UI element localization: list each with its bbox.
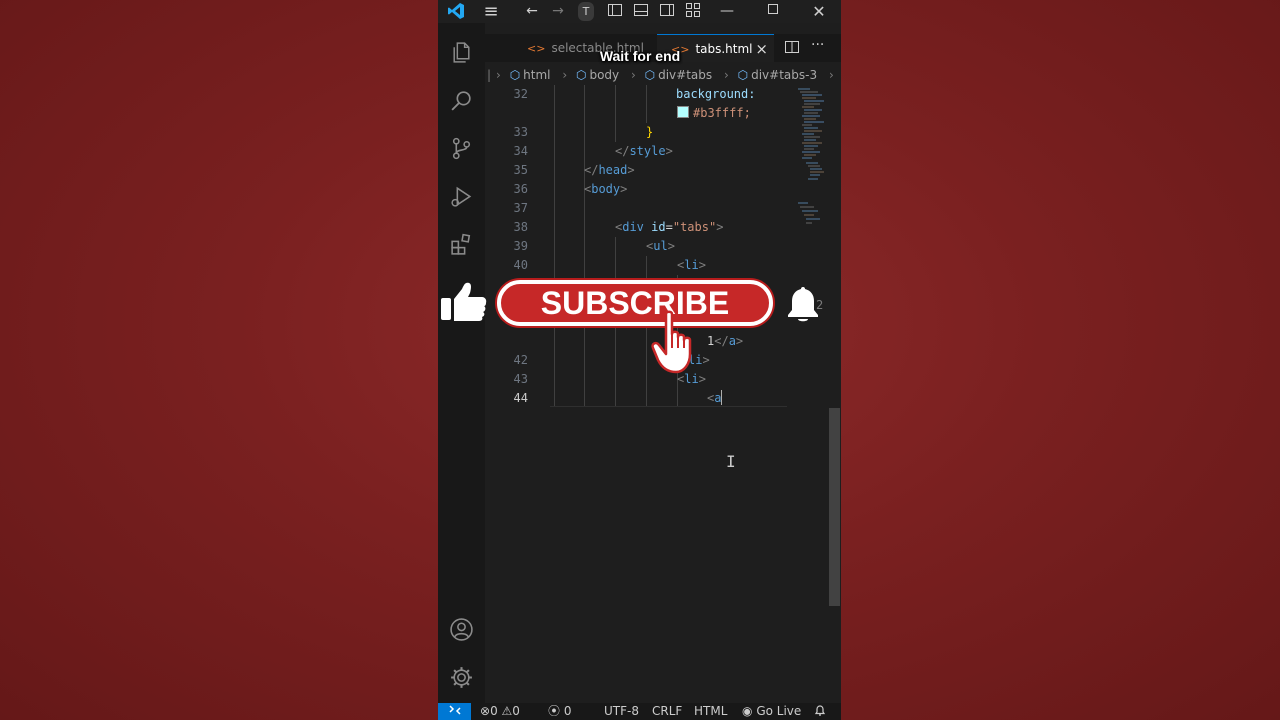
activity-bar bbox=[438, 23, 485, 703]
breadcrumb-item[interactable]: html bbox=[523, 68, 550, 82]
line-number: 38 bbox=[513, 220, 528, 234]
code-line: <ul> bbox=[646, 239, 675, 253]
breadcrumb-item[interactable]: div#tabs bbox=[658, 68, 712, 82]
menu-icon[interactable]: ≡ bbox=[480, 2, 502, 21]
element-icon: ⬡ bbox=[509, 68, 521, 82]
line-number: 32 bbox=[513, 87, 528, 101]
breadcrumb-item[interactable]: div#tabs-3 bbox=[751, 68, 817, 82]
breadcrumb: | › ⬡ html › ⬡ body › ⬡ div#tabs › ⬡ div#tabs… bbox=[487, 68, 834, 82]
breadcrumb-item[interactable]: body bbox=[589, 68, 619, 82]
minimap[interactable] bbox=[794, 85, 830, 235]
notifications-bell-icon[interactable] bbox=[814, 703, 826, 720]
element-icon: ⬡ bbox=[644, 68, 656, 82]
title-bar: ≡ ← → T — ✕ bbox=[438, 0, 841, 23]
forward-arrow-icon[interactable]: → bbox=[548, 2, 568, 21]
indent-guide bbox=[584, 85, 585, 407]
search-icon[interactable] bbox=[449, 88, 474, 113]
line-number: 33 bbox=[513, 125, 528, 139]
warning-icon: ⚠ bbox=[501, 704, 513, 718]
code-line: <a bbox=[707, 390, 723, 405]
line-number: 40 bbox=[513, 258, 528, 272]
source-control-icon[interactable] bbox=[449, 136, 474, 161]
maximize-icon[interactable] bbox=[764, 2, 782, 21]
code-line: 1</a> bbox=[707, 334, 744, 348]
vscode-logo-icon bbox=[446, 2, 466, 21]
line-number: 42 bbox=[513, 353, 528, 367]
code-line: <body> bbox=[584, 182, 628, 196]
code-line: </head> bbox=[584, 163, 635, 177]
indent-guide bbox=[615, 85, 616, 142]
eol-status[interactable]: CRLF bbox=[652, 703, 682, 720]
code-line: } bbox=[646, 125, 654, 139]
back-arrow-icon[interactable]: ← bbox=[522, 2, 542, 21]
problems-status[interactable]: ⊗0 ⚠0 bbox=[480, 703, 520, 720]
code-line: #b3ffff; bbox=[677, 104, 751, 123]
encoding-status[interactable]: UTF-8 bbox=[604, 703, 639, 720]
line-number: 35 bbox=[513, 163, 528, 177]
line-number: 34 bbox=[513, 144, 528, 158]
vscode-window: ≡ ← → T — ✕ <> selectable.html <> tabs.h… bbox=[438, 0, 841, 720]
subscribe-label: SUBSCRIBE bbox=[540, 285, 730, 321]
go-live-button[interactable]: ◉ Go Live bbox=[742, 703, 801, 720]
element-icon: ⬡ bbox=[575, 68, 587, 82]
text-ibeam-cursor: I bbox=[726, 452, 736, 471]
tab-label: tabs.html bbox=[695, 42, 753, 56]
color-swatch[interactable] bbox=[677, 106, 689, 118]
close-tab-icon[interactable]: × bbox=[755, 35, 768, 63]
line-number: 44 bbox=[513, 391, 528, 405]
line-number: 36 bbox=[513, 182, 528, 196]
close-window-icon[interactable]: ✕ bbox=[810, 2, 828, 21]
code-line: <li> bbox=[677, 258, 706, 272]
indent-guide bbox=[554, 85, 555, 407]
explorer-icon[interactable] bbox=[449, 40, 474, 65]
text-cursor bbox=[721, 390, 723, 405]
extensions-icon[interactable] bbox=[449, 232, 474, 257]
pointer-hand-icon bbox=[650, 310, 702, 374]
code-line: </style> bbox=[615, 144, 673, 158]
status-bar: ⊗0 ⚠0 ⦿ 0 UTF-8 CRLF HTML ◉ Go Live bbox=[438, 703, 841, 720]
command-center-search[interactable]: T bbox=[578, 2, 594, 21]
code-line: <div id="tabs"> bbox=[615, 220, 724, 234]
html-file-icon: <> bbox=[527, 42, 546, 55]
toggle-primary-sidebar-icon[interactable] bbox=[606, 2, 624, 21]
toggle-secondary-sidebar-icon[interactable] bbox=[658, 2, 676, 21]
subscribe-button[interactable]: SUBSCRIBE bbox=[497, 280, 773, 326]
account-icon[interactable] bbox=[449, 617, 474, 642]
split-editor-icon[interactable] bbox=[784, 39, 800, 59]
element-icon: ⬡ bbox=[737, 68, 749, 82]
language-status[interactable]: HTML bbox=[694, 703, 727, 720]
broadcast-icon: ◉ bbox=[742, 704, 753, 718]
ports-status[interactable]: ⦿ 0 bbox=[548, 703, 571, 720]
more-actions-icon[interactable]: ··· bbox=[811, 37, 824, 53]
line-number: 39 bbox=[513, 239, 528, 253]
indent-guide bbox=[646, 85, 647, 123]
minimize-icon[interactable]: — bbox=[718, 2, 736, 21]
run-debug-icon[interactable] bbox=[449, 184, 474, 209]
line-number: 43 bbox=[513, 372, 528, 386]
broadcast-icon: ⦿ bbox=[548, 704, 561, 718]
error-icon: ⊗ bbox=[480, 704, 491, 718]
code-editor[interactable]: 32 33 34 35 36 37 38 39 40 42 43 44 back… bbox=[485, 85, 841, 703]
indent-guide bbox=[646, 256, 647, 407]
toggle-panel-icon[interactable] bbox=[632, 2, 650, 21]
notification-bell-icon bbox=[786, 285, 820, 323]
line-number: 37 bbox=[513, 201, 528, 215]
thumbs-up-icon bbox=[440, 280, 488, 324]
customize-layout-icon[interactable] bbox=[684, 2, 702, 21]
caption-text: Wait for end bbox=[599, 48, 681, 64]
current-line-highlight bbox=[550, 406, 787, 407]
settings-gear-icon[interactable] bbox=[449, 665, 474, 690]
code-line: background: bbox=[676, 87, 756, 101]
remote-indicator[interactable] bbox=[438, 703, 471, 720]
vertical-scrollbar[interactable] bbox=[829, 408, 840, 606]
